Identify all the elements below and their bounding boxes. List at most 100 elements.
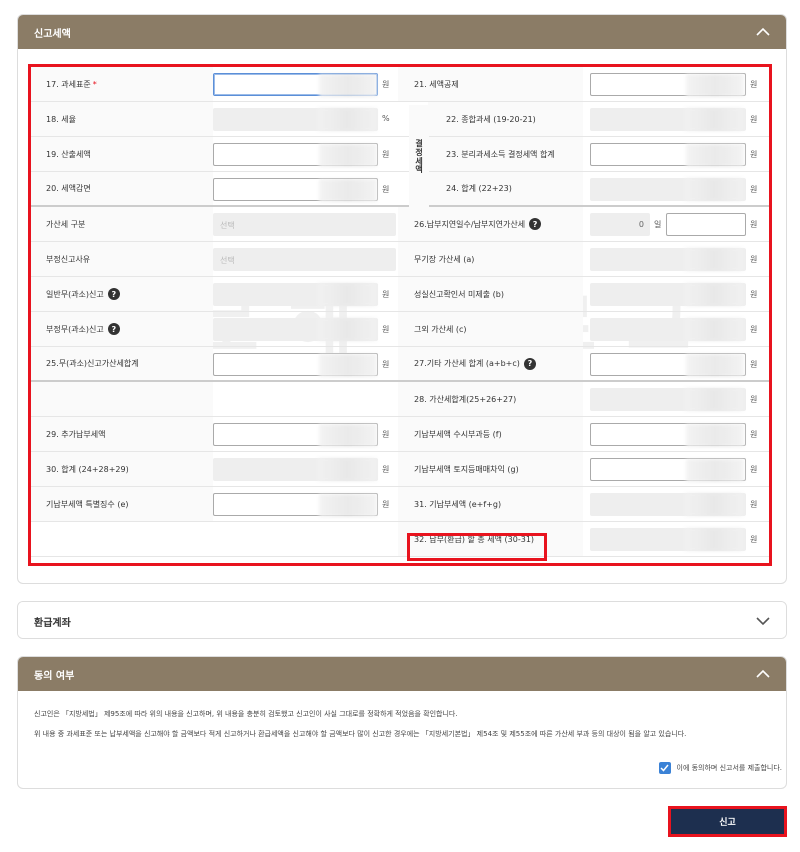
help-icon[interactable]: ? (529, 218, 542, 230)
refund-account-panel[interactable]: 환급계좌 (17, 601, 787, 639)
redacted-value (686, 144, 744, 167)
consent-text-2: 위 내용 중 과세표준 또는 납부세액을 신고해야 할 금액보다 적게 신고하거… (34, 730, 687, 738)
redacted-value (685, 283, 743, 306)
amount-input (590, 388, 746, 411)
left-row-label: 20. 세액감면 (30, 172, 213, 205)
unit-label: 원 (382, 465, 390, 474)
unit-label: 원 (750, 430, 758, 439)
amount-input[interactable] (213, 493, 378, 517)
amount-input[interactable] (213, 423, 378, 447)
amount-input[interactable] (213, 178, 378, 202)
submit-button[interactable]: 신고 (668, 806, 787, 837)
redacted-value (685, 528, 743, 551)
consent-header[interactable]: 동의 여부 (18, 657, 786, 691)
form-row: 28. 가산세합계(25+26+27) 원 (30, 382, 769, 417)
left-row-label: 일반무(과소)신고? (30, 277, 213, 311)
redacted-value (686, 459, 744, 482)
right-row-label: 기납부세액 수시부과등 (f) (398, 417, 583, 451)
redacted-value (319, 424, 377, 447)
consent-title: 동의 여부 (34, 670, 75, 682)
unit-label: 원 (382, 185, 390, 194)
unit-label: 원 (750, 325, 758, 334)
amount-input (213, 318, 378, 341)
form-row: 기납부세액 특별징수 (e) 원 31. 기납부세액 (e+f+g) 원 (30, 487, 769, 522)
right-row-label: 24. 합계 (22+23) (428, 172, 583, 205)
amount-input[interactable] (590, 353, 746, 377)
unit-label: % (382, 114, 390, 123)
redacted-value (318, 458, 376, 481)
form-row: 29. 추가납부세액 원 기납부세액 수시부과등 (f) 원 (30, 417, 769, 452)
amount-input (213, 458, 378, 481)
unit-label: 원 (750, 535, 758, 544)
right-row-label: 26.납부지연일수/납부지연가산세? (398, 207, 583, 241)
chevron-up-icon[interactable] (756, 25, 770, 39)
left-row-label: 30. 합계 (24+28+29) (30, 452, 213, 486)
right-row-label: 기납부세액 토지등매매차익 (g) (398, 452, 583, 486)
redacted-value (686, 354, 744, 377)
chevron-up-icon[interactable] (756, 667, 770, 681)
redacted-value (319, 74, 377, 97)
amount-input (590, 318, 746, 341)
amount-input[interactable] (590, 423, 746, 447)
unit-label: 원 (750, 115, 758, 124)
amount-input[interactable] (590, 458, 746, 482)
left-row-label: 25.무(과소)신고가산세합계 (30, 347, 213, 380)
help-icon[interactable]: ? (107, 288, 120, 300)
amount-input (590, 178, 746, 201)
form-row: 19. 산출세액 원 23. 분리과세소득 결정세액 합계 원 (30, 137, 769, 172)
form-row: 20. 세액감면 원 24. 합계 (22+23) 원 (30, 172, 769, 207)
left-row-label: 기납부세액 특별징수 (e) (30, 487, 213, 521)
form-row: 17. 과세표준 * 원 21. 세액공제 원 (30, 67, 769, 102)
form-row: 일반무(과소)신고? 원 성실신고확인서 미제출 (b) 원 (30, 277, 769, 312)
redacted-value (686, 424, 744, 447)
unit-label: 원 (750, 465, 758, 474)
right-row-label: 무기장 가산세 (a) (398, 242, 583, 276)
amount-input (590, 248, 746, 271)
amount-input (590, 283, 746, 306)
redacted-value (685, 493, 743, 516)
help-icon[interactable]: ? (107, 323, 120, 335)
chevron-down-icon[interactable] (756, 614, 770, 628)
amount-input[interactable] (213, 143, 378, 167)
form-row: 부정신고사유 선택 무기장 가산세 (a) 원 (30, 242, 769, 277)
unit-label: 원 (382, 325, 390, 334)
unit-label: 원 (750, 220, 758, 229)
amount-input (590, 528, 746, 551)
left-row-label: 가산세 구분 (30, 207, 213, 241)
redacted-value (318, 318, 376, 341)
help-icon[interactable]: ? (523, 357, 536, 370)
select-placeholder: 선택 (220, 256, 235, 265)
unit-label: 원 (750, 80, 758, 89)
form-row: 부정무(과소)신고? 원 그외 가산세 (c) 원 (30, 312, 769, 347)
amount-input[interactable] (213, 73, 378, 97)
left-row-label: 17. 과세표준 * (30, 67, 213, 101)
delay-penalty-input[interactable] (666, 213, 746, 236)
redacted-value (685, 108, 743, 131)
amount-input[interactable] (213, 353, 378, 377)
redacted-value (319, 144, 377, 167)
tax-form-grid: 17. 과세표준 * 원 21. 세액공제 원 18. 세율% 22. 종합과세 (19-2… (30, 67, 769, 557)
amount-input[interactable] (590, 73, 746, 97)
redacted-value (318, 283, 376, 306)
checkbox-checked-icon[interactable] (658, 762, 671, 774)
right-row-label: 32. 납부(환급) 할 총 세액 (30-31) (398, 522, 583, 556)
form-row: 18. 세율% 22. 종합과세 (19-20-21) 원 (30, 102, 769, 137)
left-row-label: 29. 추가납부세액 (30, 417, 213, 451)
right-row-label: 그외 가산세 (c) (398, 312, 583, 346)
redacted-value (685, 178, 743, 201)
consent-text-1: 신고인은 「지방세법」 제95조에 따라 위의 내용을 신고하며, 위 내용을 … (34, 710, 458, 718)
form-row: 30. 합계 (24+28+29) 원 기납부세액 토지등매매차익 (g) 원 (30, 452, 769, 487)
select-dropdown[interactable]: 선택 (213, 213, 396, 236)
unit-label: 원 (750, 150, 758, 159)
amount-input (213, 283, 378, 306)
right-row-label: 28. 가산세합계(25+26+27) (398, 382, 583, 416)
unit-label: 원 (382, 80, 390, 89)
consent-checkbox-row[interactable]: 이에 동의하며 신고서를 제출합니다. (658, 762, 782, 774)
redacted-value (686, 74, 744, 97)
select-dropdown[interactable]: 선택 (213, 248, 396, 271)
tax-amount-title: 신고세액 (34, 28, 71, 40)
unit-label: 원 (750, 185, 758, 194)
tax-amount-header[interactable]: 신고세액 (18, 15, 786, 49)
form-row: 가산세 구분 선택 26.납부지연일수/납부지연가산세? 0 일 원 (30, 207, 769, 242)
amount-input[interactable] (590, 143, 746, 167)
